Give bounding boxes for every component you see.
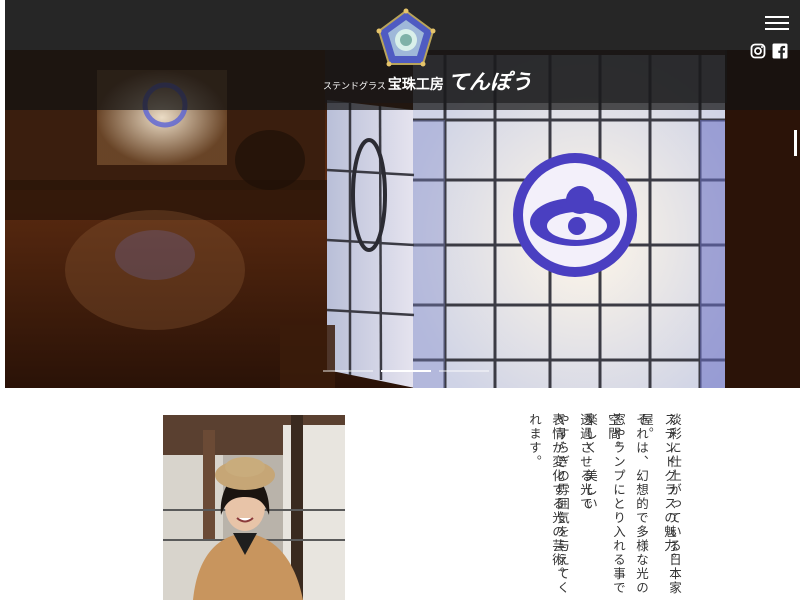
logo-mid-text: 宝珠工房 bbox=[387, 77, 444, 93]
logo-wordmark[interactable]: ステンドグラス 宝珠工房 てんぽう bbox=[323, 66, 532, 96]
slider-pagination bbox=[323, 370, 489, 372]
logo-small-text: ステンドグラス bbox=[323, 82, 386, 92]
instagram-icon[interactable] bbox=[750, 43, 766, 59]
facebook-icon[interactable] bbox=[772, 43, 788, 59]
hamburger-menu-icon[interactable] bbox=[765, 14, 789, 32]
intro-line: ステンドグラスの魅力。 bbox=[662, 413, 677, 567]
slider-dot-2[interactable] bbox=[381, 370, 431, 372]
slider-dot-3[interactable] bbox=[439, 370, 489, 372]
page: ステンドグラス 宝珠工房 てんぽう 淡彩に仕上がっている日本家屋。 窓やランプに… bbox=[0, 0, 800, 600]
slider-dot-1[interactable] bbox=[323, 370, 373, 372]
intro-paragraph-1: ステンドグラスの魅力。 それは、幻想的で多様な光の空間。 透過させる光で 表情が… bbox=[550, 413, 683, 600]
hero-slider[interactable]: ステンドグラス 宝珠工房 てんぽう bbox=[5, 0, 800, 388]
intro-line: 透過させる光で bbox=[578, 413, 593, 511]
slider-next-indicator[interactable] bbox=[794, 130, 797, 156]
intro-line: それは、幻想的で多様な光の空間。 bbox=[606, 413, 649, 595]
logo-big-text: てんぽう bbox=[447, 69, 532, 94]
intro-line: 表情が変化する光の芸術。 bbox=[550, 413, 565, 581]
logo-emblem-icon[interactable] bbox=[375, 8, 437, 70]
artist-portrait-photo bbox=[163, 415, 345, 600]
